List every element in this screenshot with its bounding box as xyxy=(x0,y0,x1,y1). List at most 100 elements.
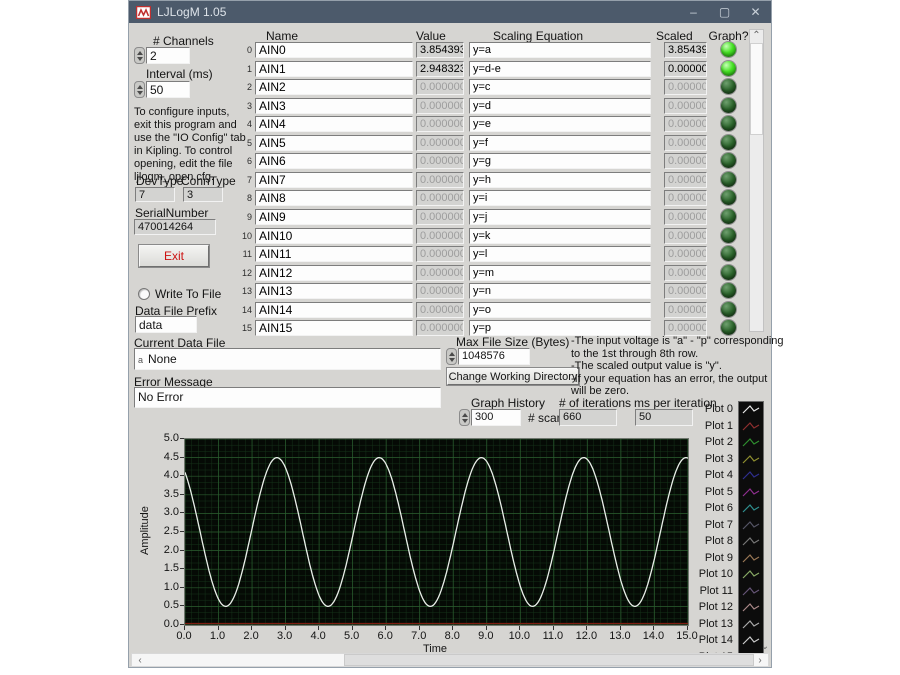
channel-value-field: 0.000000 xyxy=(416,209,464,225)
scroll-left-icon[interactable]: ‹ xyxy=(134,655,146,667)
y-tick-label: 1.0 xyxy=(151,581,179,593)
channel-name-input[interactable]: AIN10 xyxy=(255,228,413,244)
graph-led-indicator[interactable] xyxy=(721,135,736,150)
scaling-equation-input[interactable]: y=d xyxy=(469,98,651,114)
legend-line-sample-icon[interactable] xyxy=(741,552,761,570)
write-to-file-radio[interactable] xyxy=(138,288,150,300)
legend-line-sample-icon[interactable] xyxy=(741,519,761,537)
legend-line-sample-icon[interactable] xyxy=(741,403,761,421)
graph-led-indicator[interactable] xyxy=(721,246,736,261)
scroll-right-icon[interactable]: › xyxy=(754,655,766,667)
legend-line-sample-icon[interactable] xyxy=(741,436,761,454)
legend-item-label: Plot 0 xyxy=(687,403,733,415)
legend-line-sample-icon[interactable] xyxy=(741,585,761,603)
graph-led-indicator[interactable] xyxy=(721,42,736,57)
ms-per-iteration-field: 50 xyxy=(635,409,693,426)
graph-led-indicator[interactable] xyxy=(721,153,736,168)
graph-history-input[interactable]: 300 xyxy=(471,409,521,426)
minimize-button[interactable]: – xyxy=(678,1,709,23)
channel-name-input[interactable]: AIN8 xyxy=(255,190,413,206)
scaling-equation-input[interactable]: y=a xyxy=(469,42,651,58)
x-tick-label: 15.0 xyxy=(671,630,703,642)
table-scrollbar[interactable]: ⌃ xyxy=(749,29,764,332)
scroll-down-icon[interactable]: ⌄ xyxy=(759,641,771,653)
graph-led-indicator[interactable] xyxy=(721,190,736,205)
graph-led-indicator[interactable] xyxy=(721,209,736,224)
channel-name-input[interactable]: AIN14 xyxy=(255,302,413,318)
scaling-equation-input[interactable]: y=l xyxy=(469,246,651,262)
max-file-size-input[interactable]: 1048576 xyxy=(458,348,530,365)
scaling-equation-input[interactable]: y=h xyxy=(469,172,651,188)
graph-led-indicator[interactable] xyxy=(721,61,736,76)
legend-line-sample-icon[interactable] xyxy=(741,535,761,553)
channel-name-input[interactable]: AIN11 xyxy=(255,246,413,262)
graph-led-indicator[interactable] xyxy=(721,302,736,317)
graph-led-indicator[interactable] xyxy=(721,320,736,335)
graph-led-indicator[interactable] xyxy=(721,265,736,280)
scaling-equation-input[interactable]: y=g xyxy=(469,153,651,169)
channel-name-input[interactable]: AIN13 xyxy=(255,283,413,299)
channel-name-input[interactable]: AIN1 xyxy=(255,61,413,77)
data-file-prefix-input[interactable]: data xyxy=(135,316,197,333)
change-working-directory-button[interactable]: Change Working Directory xyxy=(447,368,579,385)
waveform-chart[interactable] xyxy=(184,438,689,626)
graph-led-indicator[interactable] xyxy=(721,79,736,94)
table-scrollbar-thumb[interactable] xyxy=(750,43,763,135)
channel-name-input[interactable]: AIN7 xyxy=(255,172,413,188)
legend-line-sample-icon[interactable] xyxy=(741,486,761,504)
graph-led-indicator[interactable] xyxy=(721,228,736,243)
legend-item-label: Plot 11 xyxy=(687,585,733,597)
scaling-equation-input[interactable]: y=i xyxy=(469,190,651,206)
graph-led-indicator[interactable] xyxy=(721,98,736,113)
scaling-equation-input[interactable]: y=d-e xyxy=(469,61,651,77)
y-tick-label: 3.5 xyxy=(151,488,179,500)
x-tick-label: 12.0 xyxy=(570,630,602,642)
devtype-field: 7 xyxy=(135,187,175,202)
channel-name-input[interactable]: AIN5 xyxy=(255,135,413,151)
scaling-equation-input[interactable]: y=j xyxy=(469,209,651,225)
legend-line-sample-icon[interactable] xyxy=(741,453,761,471)
scaling-equation-input[interactable]: y=e xyxy=(469,116,651,132)
x-tick-label: 9.0 xyxy=(470,630,502,642)
legend-line-sample-icon[interactable] xyxy=(741,469,761,487)
maximize-button[interactable]: ▢ xyxy=(709,1,740,23)
legend-line-sample-icon[interactable] xyxy=(741,601,761,619)
window-hscrollbar[interactable]: ‹ › xyxy=(131,653,769,667)
titlebar[interactable]: LJLogM 1.05 –▢✕ xyxy=(129,1,771,23)
scaling-equation-input[interactable]: y=c xyxy=(469,79,651,95)
channel-name-input[interactable]: AIN12 xyxy=(255,265,413,281)
exit-button[interactable]: Exit xyxy=(139,245,209,267)
graph-led-indicator[interactable] xyxy=(721,116,736,131)
scaling-equation-input[interactable]: y=f xyxy=(469,135,651,151)
channel-name-input[interactable]: AIN3 xyxy=(255,98,413,114)
graph-led-indicator[interactable] xyxy=(721,283,736,298)
scroll-up-icon[interactable]: ⌃ xyxy=(750,30,763,42)
scaling-equation-input[interactable]: y=m xyxy=(469,265,651,281)
scaling-equation-input[interactable]: y=o xyxy=(469,302,651,318)
channel-name-input[interactable]: AIN0 xyxy=(255,42,413,58)
window-hscrollbar-thumb[interactable] xyxy=(344,654,754,666)
scaling-equation-input[interactable]: y=n xyxy=(469,283,651,299)
channel-name-input[interactable]: AIN6 xyxy=(255,153,413,169)
channel-name-input[interactable]: AIN2 xyxy=(255,79,413,95)
scaling-equation-input[interactable]: y=k xyxy=(469,228,651,244)
legend-line-sample-icon[interactable] xyxy=(741,502,761,520)
interval-input[interactable]: 50 xyxy=(146,81,190,98)
graph-led-indicator[interactable] xyxy=(721,172,736,187)
table-row: 14AIN140.000000y=o0.000000 xyxy=(241,301,746,319)
legend-line-sample-icon[interactable] xyxy=(741,618,761,636)
graph-history-stepper[interactable] xyxy=(459,409,470,426)
channels-stepper[interactable] xyxy=(134,47,145,64)
scaling-equation-input[interactable]: y=p xyxy=(469,320,651,336)
row-index: 0 xyxy=(241,45,252,55)
channel-name-input[interactable]: AIN9 xyxy=(255,209,413,225)
channel-name-input[interactable]: AIN4 xyxy=(255,116,413,132)
channel-name-input[interactable]: AIN15 xyxy=(255,320,413,336)
interval-stepper[interactable] xyxy=(134,81,145,98)
legend-line-sample-icon[interactable] xyxy=(741,568,761,586)
max-file-size-stepper[interactable] xyxy=(446,348,457,365)
close-button[interactable]: ✕ xyxy=(740,1,771,23)
channels-input[interactable]: 2 xyxy=(146,47,190,64)
legend-line-sample-icon[interactable] xyxy=(741,634,761,652)
legend-line-sample-icon[interactable] xyxy=(741,420,761,438)
